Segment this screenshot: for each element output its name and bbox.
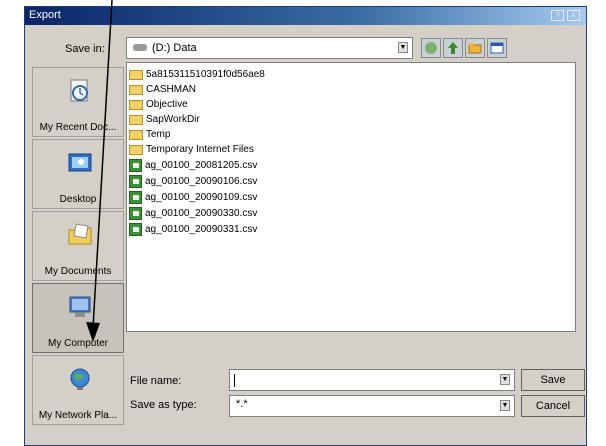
places-bar: My Recent Doc... Desktop My Documents My… [32,67,124,437]
list-item[interactable]: ag_00100_20090106.csv [129,174,257,189]
file-name: Temporary Internet Files [146,144,254,155]
place-label: My Network Pla... [38,410,118,421]
network-places-icon [70,368,90,390]
place-label: Desktop [59,194,97,205]
list-item[interactable]: Objective [129,97,188,112]
place-label: My Computer [47,338,108,349]
list-item[interactable]: Temporary Internet Files [129,142,254,157]
save-in-value: (D:) Data [152,42,197,54]
save-button[interactable]: Save [521,369,585,391]
up-arrow-icon [448,42,458,54]
list-item[interactable]: ag_00100_20090109.csv [129,190,257,205]
file-name: ag_00100_20090109.csv [145,192,258,203]
folder-icon [129,99,143,110]
new-folder-button[interactable] [465,38,485,58]
csv-file-icon [129,175,142,188]
file-name: SapWorkDir [146,114,200,125]
file-name: ag_00100_20090331.csv [145,224,258,235]
drive-icon [133,44,147,51]
recent-documents-icon [70,79,88,102]
close-button[interactable]: × [567,10,580,21]
back-arrow-icon [425,42,437,54]
list-item[interactable]: SapWorkDir [129,112,200,127]
place-my-computer[interactable]: My Computer [32,283,124,353]
file-name: ag_00100_20090106.csv [145,176,258,187]
save-as-type-dropdown[interactable]: *.* ▼ [229,395,515,417]
place-desktop[interactable]: Desktop [32,139,124,209]
place-my-recent-documents[interactable]: My Recent Doc... [32,67,124,137]
export-dialog: Export ? × Save in: (D:) Data ▼ My Recen… [24,6,587,446]
file-name-label: File name: [130,375,182,387]
place-label: My Recent Doc... [39,122,117,133]
folder-icon [129,84,143,95]
new-folder-icon [468,43,482,54]
my-documents-icon [68,223,92,245]
file-name-input[interactable]: ▼ [229,369,515,391]
views-icon [490,42,504,54]
dropdown-arrow-icon[interactable]: ▼ [500,400,510,411]
list-item[interactable]: ag_00100_20081205.csv [129,158,257,173]
text-caret [234,374,235,387]
up-one-level-button[interactable] [443,38,463,58]
help-button[interactable]: ? [551,10,564,21]
dropdown-arrow-icon[interactable]: ▼ [398,42,408,53]
folder-icon [129,144,143,155]
dropdown-arrow-icon[interactable]: ▼ [500,374,510,385]
list-item[interactable]: Temp [129,127,170,142]
views-menu-button[interactable] [487,38,507,58]
place-label: My Documents [44,266,112,277]
list-item[interactable]: ag_00100_20090331.csv [129,222,257,237]
file-name: ag_00100_20081205.csv [145,160,258,171]
list-item[interactable]: ag_00100_20090330.csv [129,206,257,221]
file-name: Temp [146,129,171,140]
save-in-dropdown[interactable]: (D:) Data ▼ [126,37,413,59]
place-my-network-places[interactable]: My Network Pla... [32,355,124,425]
csv-file-icon [129,207,142,220]
dialog-title: Export [29,9,61,21]
my-computer-icon [69,296,91,317]
csv-file-icon [129,159,142,172]
list-item[interactable]: CASHMAN [129,82,196,97]
folder-icon [129,129,143,140]
desktop-icon [68,153,92,172]
file-name: CASHMAN [146,84,197,95]
csv-file-icon [129,191,142,204]
save-as-type-value: *.* [236,398,248,410]
title-bar[interactable]: Export ? × [25,7,586,25]
folder-icon [129,114,143,125]
list-item[interactable]: 5a815311510391f0d56ae8 [129,67,265,82]
file-list[interactable]: 5a815311510391f0d56ae8 CASHMAN Objective… [126,62,576,332]
place-my-documents[interactable]: My Documents [32,211,124,281]
file-name: Objective [146,99,188,110]
folder-icon [129,69,143,80]
back-button[interactable] [421,38,441,58]
file-name: ag_00100_20090330.csv [145,208,258,219]
cancel-button[interactable]: Cancel [521,395,585,417]
csv-file-icon [129,223,142,236]
save-in-label: Save in: [65,43,105,55]
save-as-type-label: Save as type: [130,399,197,411]
file-name: 5a815311510391f0d56ae8 [146,69,265,80]
